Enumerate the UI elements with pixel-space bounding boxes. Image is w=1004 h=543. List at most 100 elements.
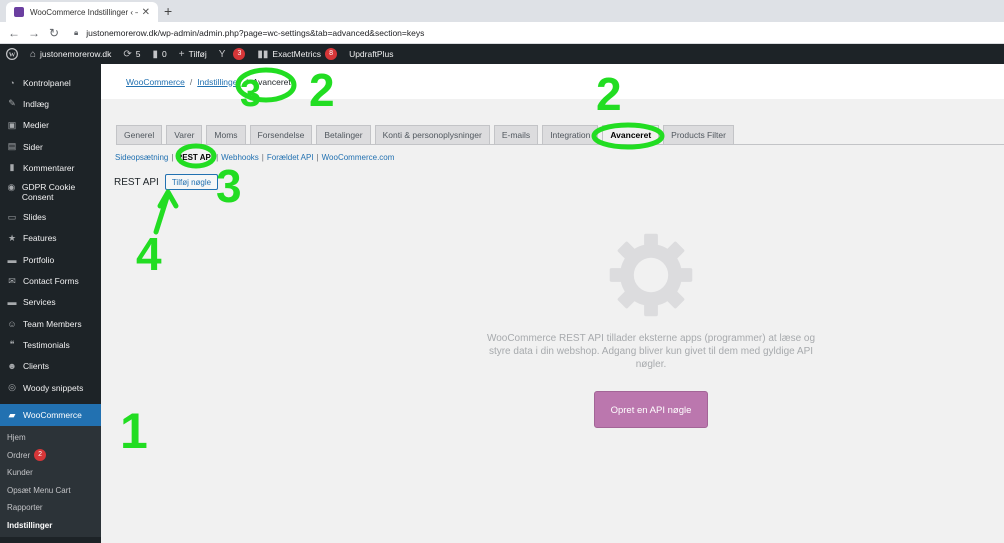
new-tab-icon[interactable]: +	[164, 3, 172, 19]
subsection-sideopsaetning[interactable]: Sideopsætning	[115, 153, 168, 162]
wordpress-logo-icon[interactable]: W	[6, 48, 18, 60]
blank-state: WooCommerce REST API tillader eksterne a…	[481, 232, 821, 428]
sidebar-item-kontrolpanel[interactable]: ◔ Kontrolpanel	[0, 72, 101, 93]
url-field[interactable]: 🔒︎ justonemorerow.dk/wp-admin/admin.php?…	[74, 28, 424, 38]
subsection-rest-api[interactable]: REST API	[176, 153, 213, 162]
reload-icon[interactable]: ↻	[44, 26, 64, 40]
section-title: REST API	[114, 176, 159, 188]
sidebar-item-features[interactable]: ★ Features	[0, 228, 101, 249]
submenu-item-rapporter[interactable]: Rapporter	[0, 499, 101, 517]
create-api-key-button[interactable]: Opret en API nøgle	[594, 391, 708, 428]
address-bar: ← → ↻ 🔒︎ justonemorerow.dk/wp-admin/admi…	[0, 22, 1004, 44]
portfolio-icon: ▬	[7, 254, 17, 265]
cookie-icon: ◉	[7, 182, 16, 193]
clients-icon: ☻	[7, 361, 17, 372]
slides-icon: ▭	[7, 211, 17, 222]
sidebar-item-testimonials[interactable]: ❝ Testimonials	[0, 334, 101, 355]
breadcrumb-indstillinger[interactable]: Indstillinger	[197, 77, 240, 87]
sidebar-item-slides[interactable]: ▭ Slides	[0, 206, 101, 227]
chart-bars-icon: ▮▮	[257, 48, 269, 60]
breadcrumb: WooCommerce / Indstillinger / Avanceret	[101, 64, 1004, 99]
exactmetrics-badge: 8	[325, 48, 338, 60]
tab-avanceret[interactable]: Avanceret	[602, 125, 660, 144]
subsection-foraeldet-api[interactable]: Forældet API	[267, 153, 314, 162]
updates-icon: ⟳	[123, 48, 132, 60]
sidebar-item-clients[interactable]: ☻ Clients	[0, 356, 101, 377]
blank-state-message: WooCommerce REST API tillader eksterne a…	[486, 333, 816, 370]
sidebar-item-contact-forms[interactable]: ✉ Contact Forms	[0, 270, 101, 291]
favicon-icon	[14, 7, 24, 17]
new-content-link[interactable]: + Tilføj	[179, 49, 207, 60]
woocommerce-submenu: Hjem Ordrer 2 Kunder Opsæt Menu Cart Rapp…	[0, 426, 101, 538]
yoast-menu[interactable]: Y 3	[219, 48, 246, 60]
tab-betalinger[interactable]: Betalinger	[316, 125, 371, 144]
sidebar-item-gdpr[interactable]: ◉ GDPR Cookie Consent	[0, 178, 101, 206]
tab-moms[interactable]: Moms	[206, 125, 246, 144]
woocommerce-icon: ▰	[8, 409, 16, 420]
sidebar-item-woocommerce[interactable]: ▰ WooCommerce	[0, 404, 101, 427]
comment-icon: ▮	[9, 162, 15, 173]
settings-tabs: Generel Varer Moms Forsendelse Betalinge…	[116, 125, 738, 144]
sidebar-item-sider[interactable]: ▤ Sider	[0, 136, 101, 157]
submenu-item-kunder[interactable]: Kunder	[0, 464, 101, 482]
submenu-item-hjem[interactable]: Hjem	[0, 429, 101, 447]
wp-admin-bar: W ⌂ justonemorerow.dk ⟳ 5 ▮ 0 + Tilføj Y…	[0, 44, 1004, 64]
tab-forsendelse[interactable]: Forsendelse	[249, 125, 313, 144]
comments-link[interactable]: ▮ 0	[153, 49, 167, 60]
snippet-icon: ◎	[8, 382, 16, 392]
yoast-badge: 3	[233, 48, 246, 60]
star-icon: ★	[7, 232, 17, 243]
sidebar-item-medier[interactable]: ▣ Medier	[0, 115, 101, 136]
updraftplus-menu[interactable]: UpdraftPlus	[349, 49, 393, 59]
comment-icon: ▮	[152, 48, 159, 60]
submenu-item-menu-cart[interactable]: Opsæt Menu Cart	[0, 482, 101, 500]
sidebar-item-kommentarer[interactable]: ▮ Kommentarer	[0, 157, 101, 178]
svg-text:W: W	[9, 51, 16, 58]
submenu-item-indstillinger[interactable]: Indstillinger	[0, 517, 101, 535]
tab-generel[interactable]: Generel	[116, 125, 163, 144]
site-name-link[interactable]: ⌂ justonemorerow.dk	[30, 49, 111, 60]
dashboard-icon: ◔	[9, 77, 15, 88]
tab-integration[interactable]: Integration	[542, 125, 599, 144]
orders-badge: 2	[34, 449, 47, 462]
tab-products-filter[interactable]: Products Filter	[663, 125, 734, 144]
tab-varer[interactable]: Varer	[166, 125, 203, 144]
plus-icon: +	[178, 48, 185, 60]
close-icon[interactable]: ✕	[142, 7, 150, 18]
breadcrumb-current: Avanceret	[252, 76, 291, 87]
back-icon[interactable]: ←	[4, 26, 24, 40]
tab-konti[interactable]: Konti & personoplysninger	[374, 125, 490, 144]
tab-emails[interactable]: E-mails	[493, 125, 539, 144]
mail-icon: ✉	[8, 275, 16, 286]
sidebar-item-indlaeg[interactable]: ✎ Indlæg	[0, 93, 101, 114]
admin-sidebar: ◔ Kontrolpanel ✎ Indlæg ▣ Medier ▤ Sider ▮ Ko…	[0, 64, 101, 543]
home-icon: ⌂	[30, 48, 37, 60]
forward-icon[interactable]: →	[24, 26, 44, 40]
browser-tab-title: WooCommerce Indstillinger ‹ —	[30, 7, 138, 17]
sidebar-item-team-members[interactable]: ☺ Team Members	[0, 313, 101, 334]
browser-tab[interactable]: WooCommerce Indstillinger ‹ — ✕	[6, 2, 158, 22]
browser-tab-strip: WooCommerce Indstillinger ‹ — ✕ +	[0, 0, 1004, 22]
gear-icon	[609, 233, 693, 317]
subsection-webhooks[interactable]: Webhooks	[221, 153, 259, 162]
add-key-button[interactable]: Tilføj nøgle	[164, 174, 219, 190]
updates-link[interactable]: ⟳ 5	[123, 49, 140, 60]
sidebar-item-portfolio[interactable]: ▬ Portfolio	[0, 249, 101, 270]
sidebar-item-woody-snippets[interactable]: ◎ Woody snippets	[0, 377, 101, 398]
main-content: WooCommerce / Indstillinger / Avanceret …	[101, 64, 1004, 543]
page-icon: ▤	[7, 141, 17, 152]
breadcrumb-woocommerce[interactable]: WooCommerce	[126, 77, 185, 87]
yoast-icon: Y	[218, 48, 226, 60]
submenu-item-ordrer[interactable]: Ordrer 2	[0, 447, 101, 465]
exactmetrics-menu[interactable]: ▮▮ ExactMetrics 8	[257, 48, 338, 60]
subsection-woocommerce-com[interactable]: WooCommerce.com	[322, 153, 395, 162]
pin-icon: ✎	[8, 98, 16, 109]
sidebar-item-services[interactable]: ▬ Services	[0, 292, 101, 313]
url-text: justonemorerow.dk/wp-admin/admin.php?pag…	[86, 27, 425, 38]
media-icon: ▣	[7, 119, 17, 130]
lock-icon: 🔒︎	[74, 27, 79, 37]
person-icon: ☺	[7, 318, 17, 329]
services-icon: ▬	[7, 297, 17, 308]
subsection-links: Sideopsætning | REST API | Webhooks | Fo…	[115, 153, 395, 162]
rest-api-heading: REST API Tilføj nøgle	[114, 174, 219, 190]
